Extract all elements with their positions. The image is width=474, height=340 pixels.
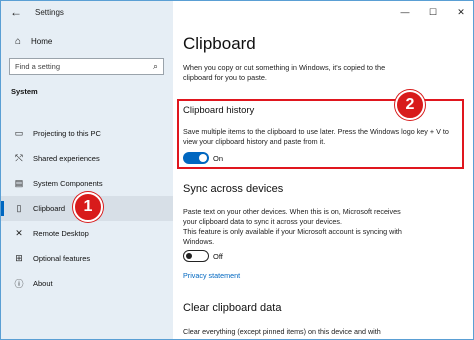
sidebar-item-label: Clipboard	[33, 204, 66, 213]
sidebar-item-label: Shared experiences	[33, 154, 100, 163]
window-controls: — ☐ ✕	[391, 1, 473, 23]
privacy-statement-link[interactable]: Privacy statement	[183, 271, 240, 280]
clipboard-history-state: On	[213, 154, 224, 163]
sidebar-item-projecting[interactable]: ▭ Projecting to this PC	[1, 121, 173, 146]
sync-note-text: This feature is only available if your M…	[183, 227, 402, 246]
components-icon: ▤	[14, 178, 24, 188]
sidebar-item-label: Remote Desktop	[33, 229, 89, 238]
clipboard-icon: ▯	[16, 203, 22, 213]
sidebar-item-label: About	[33, 279, 53, 288]
clear-clipboard-title: Clear clipboard data	[183, 302, 282, 314]
minimize-icon[interactable]: —	[391, 1, 419, 23]
sidebar-item-label: System Components	[33, 179, 103, 188]
window-title: Settings	[35, 7, 64, 17]
projector-icon: ▭	[14, 128, 24, 138]
back-icon[interactable]: ←	[1, 1, 31, 23]
page-title: Clipboard	[183, 34, 256, 53]
search-input[interactable]: Find a setting ⌕	[9, 58, 164, 75]
main-panel: — ☐ ✕ Clipboard When you copy or cut som…	[173, 1, 473, 339]
sync-state: Off	[213, 252, 223, 261]
maximize-icon[interactable]: ☐	[419, 1, 447, 23]
sidebar-item-home[interactable]: ⌂ Home	[11, 36, 52, 47]
sidebar-item-label: Projecting to this PC	[33, 129, 101, 138]
search-icon: ⌕	[152, 61, 158, 71]
sidebar-item-optional-features[interactable]: ⊞ Optional features	[1, 246, 173, 271]
clipboard-history-title: Clipboard history	[183, 105, 255, 116]
shared-icon: ⤲	[15, 153, 23, 163]
sidebar-item-label: Optional features	[33, 254, 91, 263]
search-placeholder: Find a setting	[15, 62, 61, 71]
section-heading: System	[11, 87, 38, 96]
settings-window: ← Settings ⌂ Home Find a setting ⌕ Syste…	[0, 0, 474, 340]
intro-text: When you copy or cut something in Window…	[183, 63, 386, 82]
info-icon: ⓘ	[14, 279, 24, 289]
sidebar-item-label: Home	[31, 37, 53, 46]
step-badge-1: 1	[73, 192, 103, 222]
sidebar-item-shared-experiences[interactable]: ⤲ Shared experiences	[1, 146, 173, 171]
clear-clipboard-description: Clear everything (except pinned items) o…	[183, 327, 381, 336]
sidebar-item-about[interactable]: ⓘ About	[1, 271, 173, 296]
sync-title: Sync across devices	[183, 183, 284, 195]
sync-description-text: Paste text on your other devices. When t…	[183, 207, 401, 226]
optional-features-icon: ⊞	[15, 253, 23, 263]
clipboard-history-description: Save multiple items to the clipboard to …	[183, 127, 449, 146]
sync-description: Paste text on your other devices. When t…	[183, 207, 413, 247]
step-badge-2: 2	[395, 90, 425, 120]
sidebar-item-remote-desktop[interactable]: ✕ Remote Desktop	[1, 221, 173, 246]
home-icon: ⌂	[14, 36, 22, 47]
clipboard-history-toggle[interactable]	[183, 152, 209, 164]
title-bar: ← Settings	[1, 1, 173, 23]
remote-desktop-icon: ✕	[15, 228, 23, 238]
sidebar: ← Settings ⌂ Home Find a setting ⌕ Syste…	[1, 1, 173, 339]
sync-toggle[interactable]	[183, 250, 209, 262]
close-icon[interactable]: ✕	[447, 1, 473, 23]
